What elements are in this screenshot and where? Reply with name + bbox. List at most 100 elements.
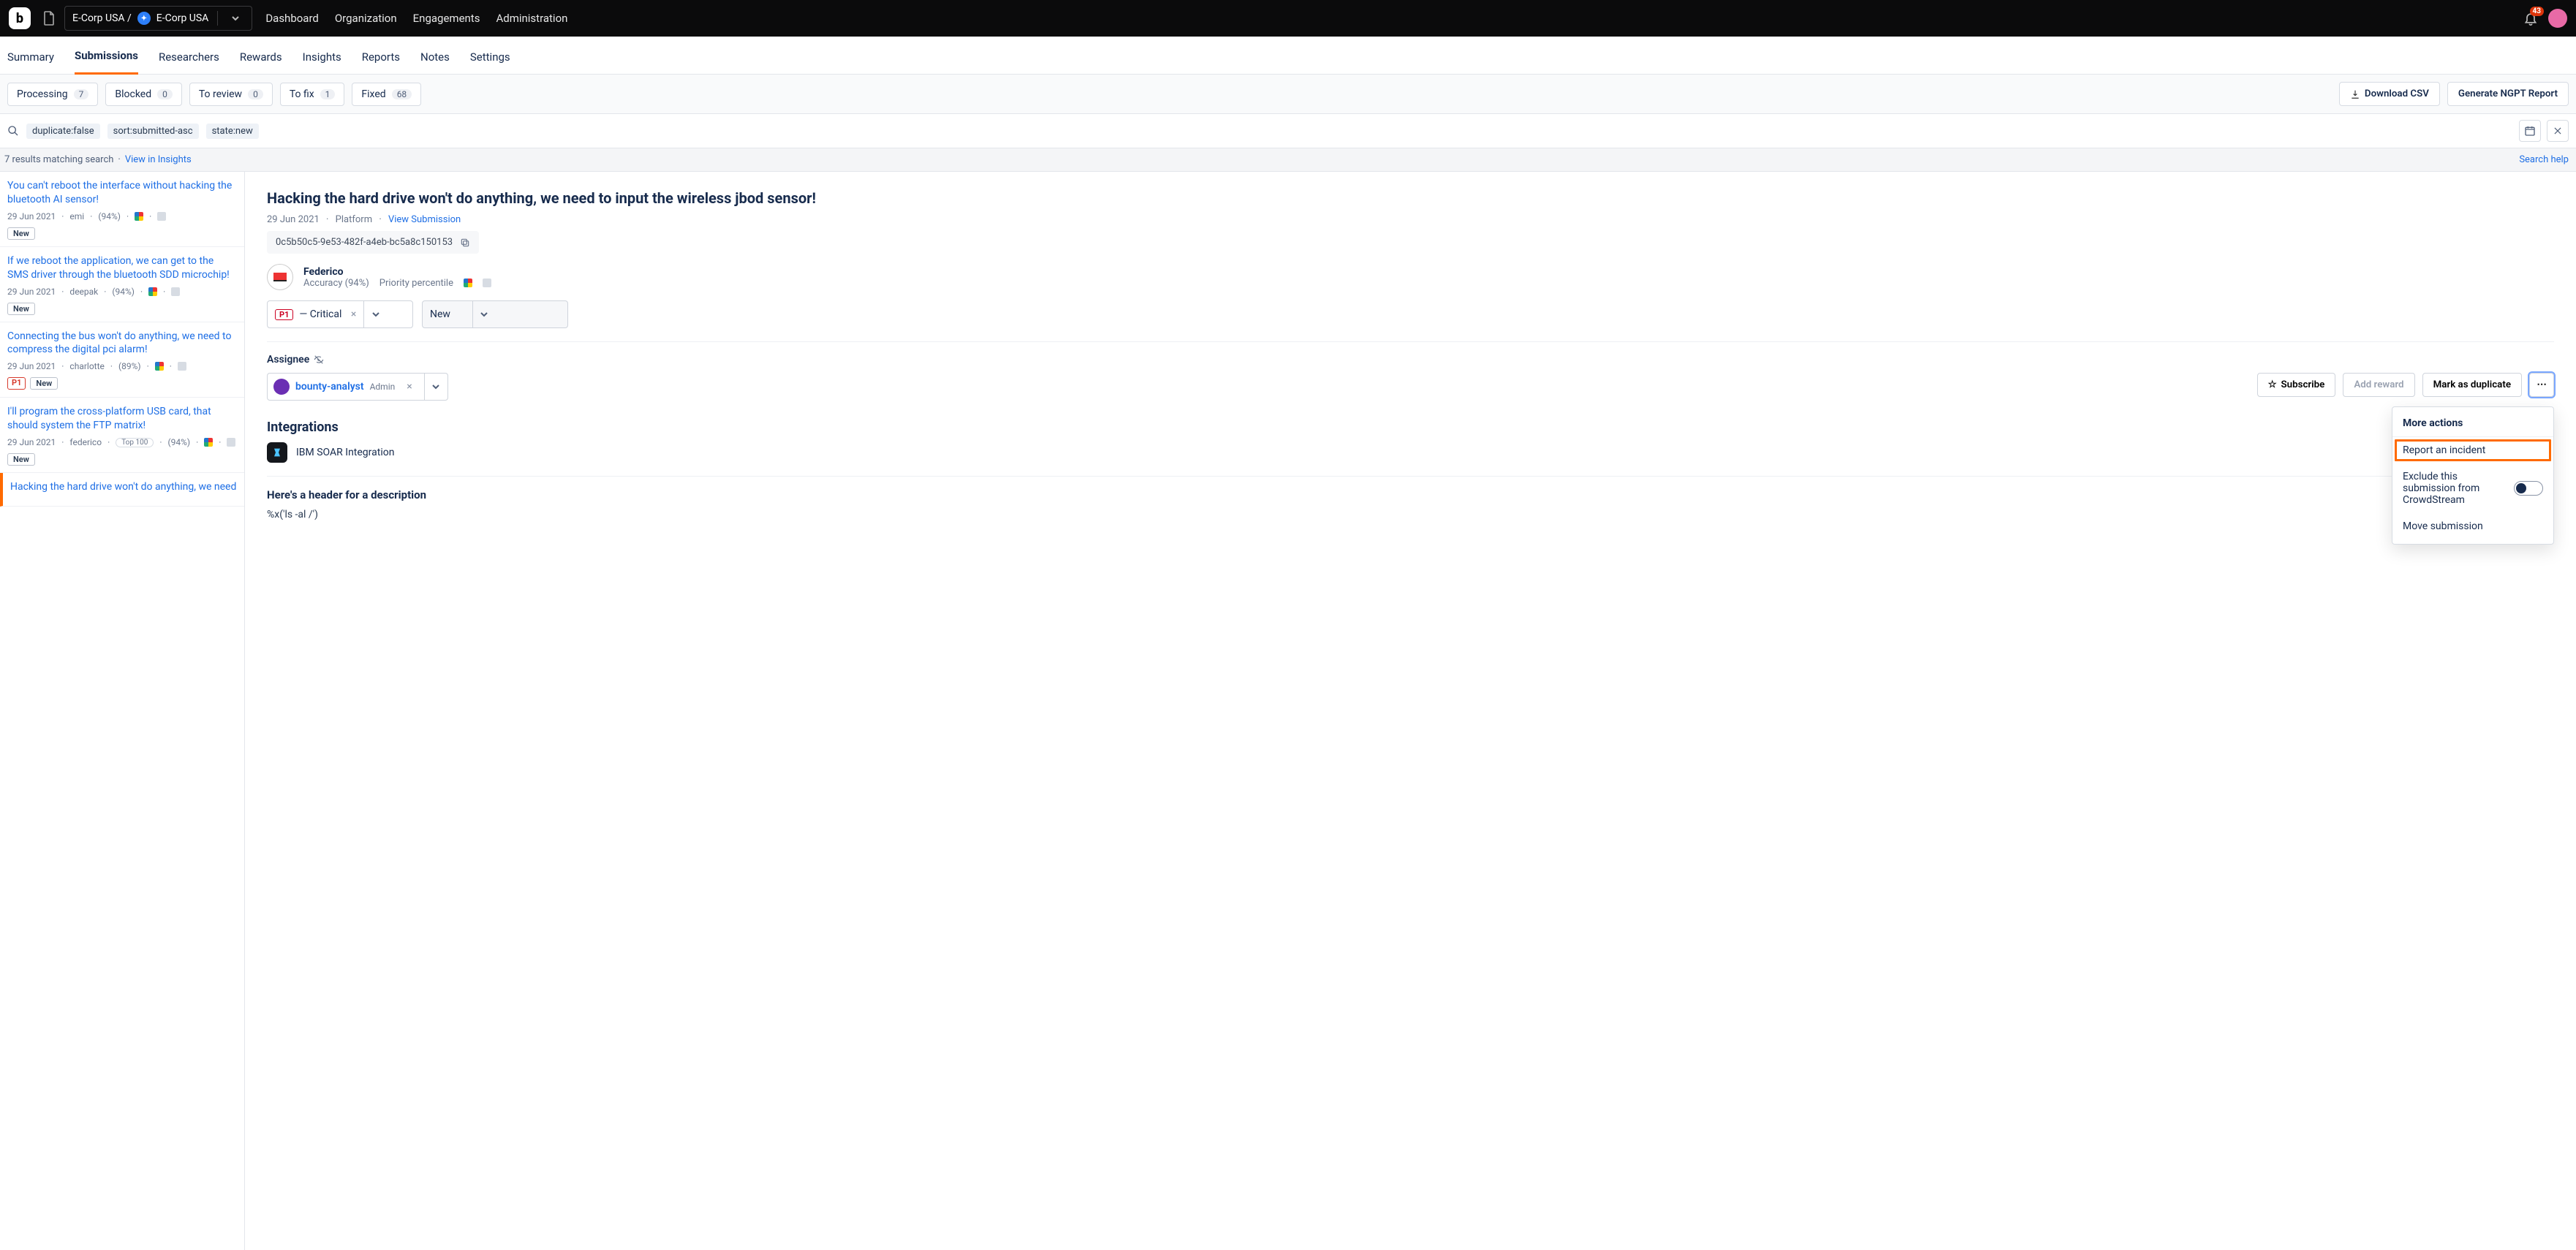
search-help-link[interactable]: Search help xyxy=(2519,154,2576,165)
status-badge: New xyxy=(7,453,35,466)
description-heading: Here's a header for a description xyxy=(267,488,2554,501)
integrations-heading: Integrations xyxy=(267,420,2554,435)
top-nav: Dashboard Organization Engagements Admin… xyxy=(265,12,567,25)
rank-icon xyxy=(155,362,164,371)
topbar: b E-Corp USA / ✦ E-Corp USA Dashboard Or… xyxy=(0,0,2576,37)
integration-row[interactable]: IBM SOAR Integration xyxy=(267,442,2554,463)
chevron-down-icon xyxy=(231,14,244,23)
badge-icon xyxy=(178,362,186,371)
tab-insights[interactable]: Insights xyxy=(303,40,341,74)
eye-off-icon xyxy=(314,355,324,365)
priority-badge: P1 xyxy=(7,377,26,390)
remove-assignee-icon[interactable]: × xyxy=(401,381,418,393)
assignee-label: Assignee xyxy=(267,354,2554,365)
dots-icon: ⋯ xyxy=(2537,379,2546,390)
list-item[interactable]: Hacking the hard drive won't do anything… xyxy=(0,473,244,507)
org-selector[interactable]: E-Corp USA / ✦ E-Corp USA xyxy=(64,6,252,31)
list-item[interactable]: Connecting the bus won't do anything, we… xyxy=(0,322,244,398)
clear-icon[interactable]: × xyxy=(351,308,356,320)
date-filter-button[interactable] xyxy=(2519,120,2541,142)
org-badge-icon: ✦ xyxy=(137,12,151,25)
org-name: E-Corp USA xyxy=(156,12,209,24)
results-bar: 7 results matching search · View in Insi… xyxy=(0,148,2576,172)
nav-engagements[interactable]: Engagements xyxy=(413,12,480,25)
generate-report-button[interactable]: Generate NGPT Report xyxy=(2447,82,2569,106)
filter-to-review[interactable]: To review 0 xyxy=(189,83,273,106)
chevron-down-icon[interactable] xyxy=(472,301,496,327)
list-item-title: If we reboot the application, we can get… xyxy=(7,254,237,282)
clear-search-button[interactable] xyxy=(2547,120,2569,142)
filter-to-fix[interactable]: To fix 1 xyxy=(280,83,345,106)
status-badge: New xyxy=(30,377,58,390)
copy-icon[interactable] xyxy=(460,238,470,248)
mark-duplicate-button[interactable]: Mark as duplicate xyxy=(2422,373,2522,397)
submission-detail: Hacking the hard drive won't do anything… xyxy=(245,172,2576,1250)
list-item[interactable]: I'll program the cross-platform USB card… xyxy=(0,398,244,473)
document-icon xyxy=(41,10,57,26)
status-select[interactable]: New xyxy=(422,300,568,328)
menu-move-submission[interactable]: Move submission xyxy=(2392,513,2553,539)
view-submission-link[interactable]: View Submission xyxy=(388,214,461,225)
tab-rewards[interactable]: Rewards xyxy=(240,40,282,74)
search-chip[interactable]: duplicate:false xyxy=(26,124,100,139)
assignee-chip[interactable]: bounty-analyst Admin × xyxy=(267,373,448,401)
search-chip[interactable]: state:new xyxy=(206,124,259,139)
more-actions-button[interactable]: ⋯ xyxy=(2529,373,2554,397)
star-icon: ☆ xyxy=(2268,379,2277,390)
menu-report-incident[interactable]: Report an incident xyxy=(2392,437,2553,463)
notifications-button[interactable]: 43 xyxy=(2523,11,2538,26)
rank-icon xyxy=(464,279,472,287)
nav-administration[interactable]: Administration xyxy=(496,12,567,25)
rank-icon xyxy=(135,212,143,221)
list-item[interactable]: If we reboot the application, we can get… xyxy=(0,247,244,322)
status-badge: New xyxy=(7,227,35,240)
tab-submissions[interactable]: Submissions xyxy=(75,39,138,75)
status-badge: New xyxy=(7,303,35,315)
app-logo[interactable]: b xyxy=(9,7,31,29)
org-path: E-Corp USA / xyxy=(72,12,132,24)
author-row: Federico Accuracy (94%) Priority percent… xyxy=(267,264,2554,290)
results-count: 7 results matching search xyxy=(4,154,113,165)
badge-icon xyxy=(171,287,180,296)
search-icon xyxy=(7,125,19,137)
badge-icon xyxy=(483,279,491,287)
filter-fixed[interactable]: Fixed 68 xyxy=(352,83,421,106)
integration-icon xyxy=(267,442,287,463)
filter-row: Processing 7 Blocked 0 To review 0 To fi… xyxy=(0,75,2576,114)
more-actions-menu: More actions Report an incident Exclude … xyxy=(2392,406,2554,545)
tab-reports[interactable]: Reports xyxy=(362,40,400,74)
submission-list[interactable]: You can't reboot the interface without h… xyxy=(0,172,245,1250)
rank-icon xyxy=(148,287,157,296)
assignee-avatar-icon xyxy=(273,379,290,395)
author-avatar-icon xyxy=(267,264,293,290)
toggle-switch[interactable] xyxy=(2514,481,2543,496)
menu-title: More actions xyxy=(2392,414,2553,436)
subtabs: Summary Submissions Researchers Rewards … xyxy=(0,37,2576,75)
tab-settings[interactable]: Settings xyxy=(470,40,510,74)
tab-notes[interactable]: Notes xyxy=(420,40,450,74)
user-avatar[interactable] xyxy=(2548,9,2567,28)
tab-summary[interactable]: Summary xyxy=(7,40,54,74)
description-body: %x('ls -al /') xyxy=(267,509,2554,520)
subscribe-button[interactable]: ☆ Subscribe xyxy=(2257,373,2336,397)
nav-dashboard[interactable]: Dashboard xyxy=(265,12,319,25)
list-item-title: Hacking the hard drive won't do anything… xyxy=(10,480,237,494)
detail-title: Hacking the hard drive won't do anything… xyxy=(267,189,2554,207)
view-in-insights-link[interactable]: View in Insights xyxy=(125,154,192,165)
chevron-down-icon[interactable] xyxy=(363,301,387,327)
priority-chip: P1 xyxy=(275,309,293,320)
download-csv-button[interactable]: Download CSV xyxy=(2339,82,2440,106)
search-bar: duplicate:false sort:submitted-asc state… xyxy=(0,114,2576,148)
chevron-down-icon[interactable] xyxy=(424,374,447,400)
nav-organization[interactable]: Organization xyxy=(335,12,397,25)
menu-exclude-crowdstream[interactable]: Exclude this submission from CrowdStream xyxy=(2392,463,2553,513)
filter-processing[interactable]: Processing 7 xyxy=(7,83,98,106)
notification-count: 43 xyxy=(2530,7,2544,16)
download-icon xyxy=(2350,89,2360,99)
list-item[interactable]: You can't reboot the interface without h… xyxy=(0,172,244,247)
search-chip[interactable]: sort:submitted-asc xyxy=(107,124,199,139)
priority-select[interactable]: P1 — Critical × xyxy=(267,300,413,328)
filter-blocked[interactable]: Blocked 0 xyxy=(105,83,181,106)
add-reward-button[interactable]: Add reward xyxy=(2343,373,2414,397)
tab-researchers[interactable]: Researchers xyxy=(159,40,219,74)
